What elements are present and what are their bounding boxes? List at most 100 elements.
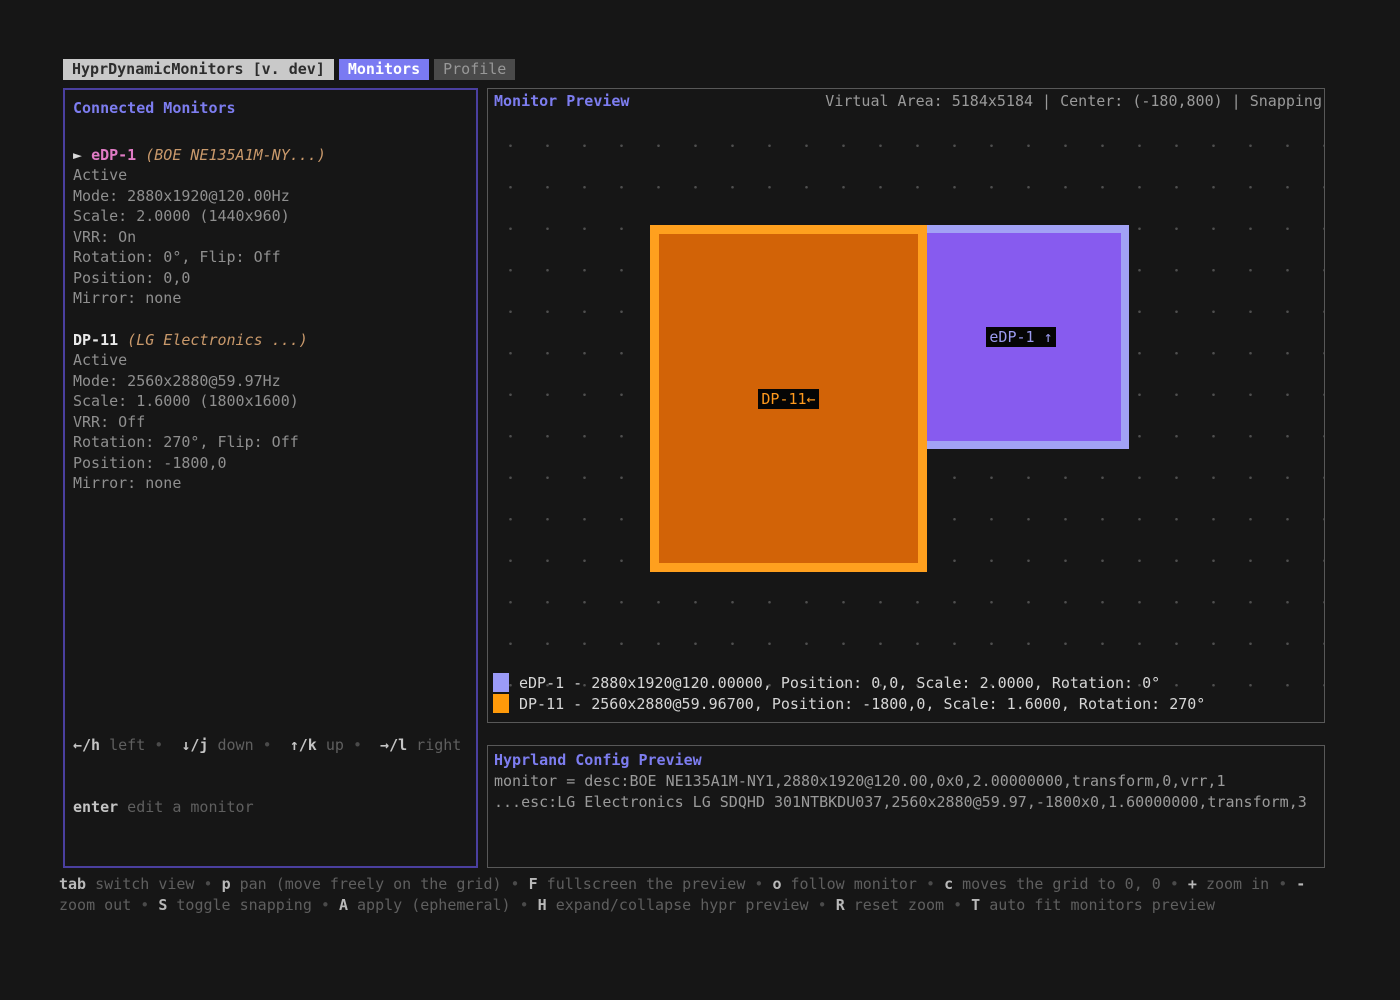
monitor-status: Active: [73, 350, 466, 371]
tab-bar: HyprDynamicMonitors [v. dev] Monitors Pr…: [63, 59, 515, 80]
preview-monitor-edp1[interactable]: eDP-1 ↑: [913, 225, 1129, 449]
global-keyboard-hints: tab switch view • p pan (move freely on …: [59, 874, 1351, 916]
separator-dot: •: [194, 875, 221, 893]
footer-hints-line2: zoom out • S toggle snapping • A apply (…: [59, 895, 1351, 916]
tab-profile[interactable]: Profile: [434, 59, 515, 80]
hint-right: right: [407, 736, 461, 754]
monitor-list-item-edp1[interactable]: ► eDP-1 (BOE NE135A1M-NY...) Active Mode…: [73, 145, 466, 309]
monitor-mode: Mode: 2880x1920@120.00Hz: [73, 186, 466, 207]
legend-row-edp1: eDP-1 - 2880x1920@120.00000, Position: 0…: [493, 672, 1205, 693]
app-window: HyprDynamicMonitors [v. dev] Monitors Pr…: [0, 0, 1400, 1000]
config-title: Hyprland Config Preview: [494, 750, 1318, 771]
monitor-status: Active: [73, 165, 466, 186]
connected-monitors-panel: Connected Monitors ► eDP-1 (BOE NE135A1M…: [63, 88, 478, 868]
preview-monitor-dp11-label: DP-11←: [758, 389, 818, 409]
legend-text-edp1: eDP-1 - 2880x1920@120.00000, Position: 0…: [519, 674, 1160, 692]
hint-toggle-snapping: toggle snapping: [167, 896, 312, 914]
separator-dot: •: [917, 875, 944, 893]
separator-dot: •: [145, 736, 172, 754]
monitor-mirror: Mirror: none: [73, 473, 466, 494]
hint-down: down: [208, 736, 253, 754]
legend-swatch-edp1: [493, 673, 509, 692]
config-line-1: monitor = desc:BOE NE135A1M-NY1,2880x192…: [494, 771, 1318, 792]
hint-auto-fit: auto fit monitors preview: [980, 896, 1215, 914]
monitor-vrr: VRR: Off: [73, 412, 466, 433]
separator-dot: •: [344, 736, 371, 754]
key-plus: +: [1188, 875, 1197, 893]
monitor-rotation: Rotation: 0°, Flip: Off: [73, 247, 466, 268]
config-line-2: ...esc:LG Electronics LG SDQHD 301NTBKDU…: [494, 792, 1318, 813]
hint-expand-collapse: expand/collapse hypr preview: [547, 896, 809, 914]
preview-legend: eDP-1 - 2880x1920@120.00000, Position: 0…: [493, 672, 1205, 714]
key-t: T: [971, 896, 980, 914]
hint-fullscreen: fullscreen the preview: [538, 875, 746, 893]
monitor-name: eDP-1: [91, 146, 136, 164]
hint-enter: edit a monitor: [118, 798, 253, 816]
hint-pan: pan (move freely on the grid): [231, 875, 502, 893]
legend-text-dp11: DP-11 - 2560x2880@59.96700, Position: -1…: [519, 695, 1205, 713]
separator-dot: •: [502, 875, 529, 893]
hint-follow-monitor: follow monitor: [782, 875, 917, 893]
key-down: ↓/j: [172, 736, 208, 754]
connected-monitors-title: Connected Monitors: [73, 98, 466, 119]
monitor-description: (BOE NE135A1M-NY...): [136, 146, 326, 164]
monitor-rotation: Rotation: 270°, Flip: Off: [73, 432, 466, 453]
hint-switch-view: switch view: [86, 875, 194, 893]
footer-hints-line1: tab switch view • p pan (move freely on …: [59, 874, 1351, 895]
monitor-name-row: DP-11 (LG Electronics ...): [73, 330, 466, 351]
key-p: p: [222, 875, 231, 893]
key-r: R: [836, 896, 845, 914]
monitor-name-row: ► eDP-1 (BOE NE135A1M-NY...): [73, 145, 466, 166]
monitor-mirror: Mirror: none: [73, 288, 466, 309]
key-minus: -: [1296, 875, 1305, 893]
hint-center-grid: moves the grid to 0, 0: [953, 875, 1161, 893]
separator-dot: •: [511, 896, 538, 914]
hint-zoom-out: zoom out: [59, 896, 131, 914]
preview-header: Monitor Preview Virtual Area: 5184x5184 …: [488, 89, 1324, 113]
key-o: o: [772, 875, 781, 893]
separator-dot: •: [1161, 875, 1188, 893]
preview-title: Monitor Preview: [494, 92, 629, 110]
monitor-preview-panel: Monitor Preview Virtual Area: 5184x5184 …: [487, 88, 1325, 723]
monitor-description: (LG Electronics ...): [118, 331, 308, 349]
preview-status-info: Virtual Area: 5184x5184 | Center: (-180,…: [825, 92, 1322, 110]
app-title: HyprDynamicMonitors [v. dev]: [63, 59, 334, 80]
separator-dot: •: [745, 875, 772, 893]
key-left: ←/h: [73, 736, 100, 754]
monitor-name: DP-11: [73, 331, 118, 349]
key-f: F: [529, 875, 538, 893]
key-enter: enter: [73, 798, 118, 816]
sidebar-hints-line1: ←/h left • ↓/j down • ↑/k up • →/l right: [73, 735, 466, 756]
preview-monitor-dp11[interactable]: DP-11←: [650, 225, 927, 572]
sidebar-keyboard-hints: ←/h left • ↓/j down • ↑/k up • →/l right…: [73, 694, 466, 858]
hint-reset-zoom: reset zoom: [845, 896, 944, 914]
monitor-vrr: VRR: On: [73, 227, 466, 248]
monitor-list-item-dp11[interactable]: DP-11 (LG Electronics ...) Active Mode: …: [73, 330, 466, 494]
separator-dot: •: [254, 736, 281, 754]
separator-dot: •: [131, 896, 158, 914]
key-tab: tab: [59, 875, 86, 893]
hyprland-config-panel: Hyprland Config Preview monitor = desc:B…: [487, 745, 1325, 868]
monitor-position: Position: -1800,0: [73, 453, 466, 474]
key-c: c: [944, 875, 953, 893]
separator-dot: •: [944, 896, 971, 914]
monitor-mode: Mode: 2560x2880@59.97Hz: [73, 371, 466, 392]
hint-zoom-in: zoom in: [1197, 875, 1269, 893]
separator-dot: •: [1269, 875, 1296, 893]
monitor-scale: Scale: 2.0000 (1440x960): [73, 206, 466, 227]
key-a: A: [339, 896, 348, 914]
separator-dot: •: [312, 896, 339, 914]
sidebar-hints-line2: enter edit a monitor: [73, 797, 466, 818]
hint-left: left: [100, 736, 145, 754]
key-up: ↑/k: [281, 736, 317, 754]
monitor-scale: Scale: 1.6000 (1800x1600): [73, 391, 466, 412]
hint-apply: apply (ephemeral): [348, 896, 511, 914]
monitor-position: Position: 0,0: [73, 268, 466, 289]
tab-monitors[interactable]: Monitors: [339, 59, 429, 80]
selection-arrow-icon: ►: [73, 146, 91, 164]
separator-dot: •: [809, 896, 836, 914]
key-h: H: [538, 896, 547, 914]
legend-swatch-dp11: [493, 694, 509, 713]
key-right: →/l: [371, 736, 407, 754]
legend-row-dp11: DP-11 - 2560x2880@59.96700, Position: -1…: [493, 693, 1205, 714]
